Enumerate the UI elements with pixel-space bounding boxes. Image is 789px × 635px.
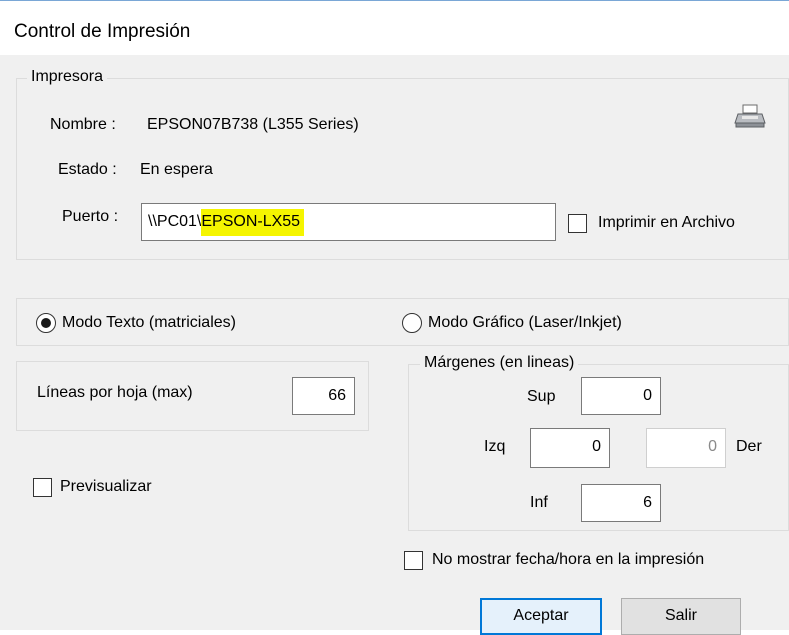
lines-per-page-label: Líneas por hoja (max) [37,384,193,401]
dialog-title: Control de Impresión [14,21,191,42]
exit-button[interactable]: Salir [621,598,741,635]
margin-bottom-input[interactable]: 6 [581,484,661,522]
margins-group-legend: Márgenes (en lineas) [420,354,579,372]
margin-top-label: Sup [527,388,556,405]
port-text-highlighted: EPSON-LX55 [201,209,305,236]
mode-graphic-radio[interactable] [402,313,422,333]
margin-left-input[interactable]: 0 [530,428,610,468]
printer-state-value: En espera [140,161,213,178]
dialog-titlebar: Control de Impresión [0,0,789,56]
port-text-prefix: \\PC01\ [148,213,202,230]
printer-name-value: EPSON07B738 (L355 Series) [147,116,359,133]
margin-left-label: Izq [484,438,506,455]
mode-graphic-label: Modo Gráfico (Laser/Inkjet) [428,314,622,331]
margin-bottom-label: Inf [530,494,548,511]
preview-label: Previsualizar [60,478,152,495]
print-to-file-checkbox[interactable] [568,214,587,233]
mode-text-label: Modo Texto (matriciales) [62,314,236,331]
printer-icon[interactable] [734,103,768,129]
port-input[interactable]: \\PC01\EPSON-LX55 [141,203,556,241]
margin-right-input[interactable]: 0 [646,428,726,468]
printer-state-label: Estado : [58,161,117,178]
hide-date-checkbox[interactable] [404,551,423,570]
accept-button[interactable]: Aceptar [480,598,602,635]
hide-date-label: No mostrar fecha/hora en la impresión [432,551,705,568]
printer-name-label: Nombre : [50,116,116,133]
print-to-file-label: Imprimir en Archivo [598,214,735,231]
port-label: Puerto : [62,208,119,225]
margin-top-input[interactable]: 0 [581,377,661,415]
margin-right-label: Der [736,438,762,455]
mode-text-radio[interactable] [36,313,56,333]
lines-per-page-input[interactable]: 66 [292,377,355,415]
printer-group-legend: Impresora [27,68,108,86]
preview-checkbox[interactable] [33,478,52,497]
